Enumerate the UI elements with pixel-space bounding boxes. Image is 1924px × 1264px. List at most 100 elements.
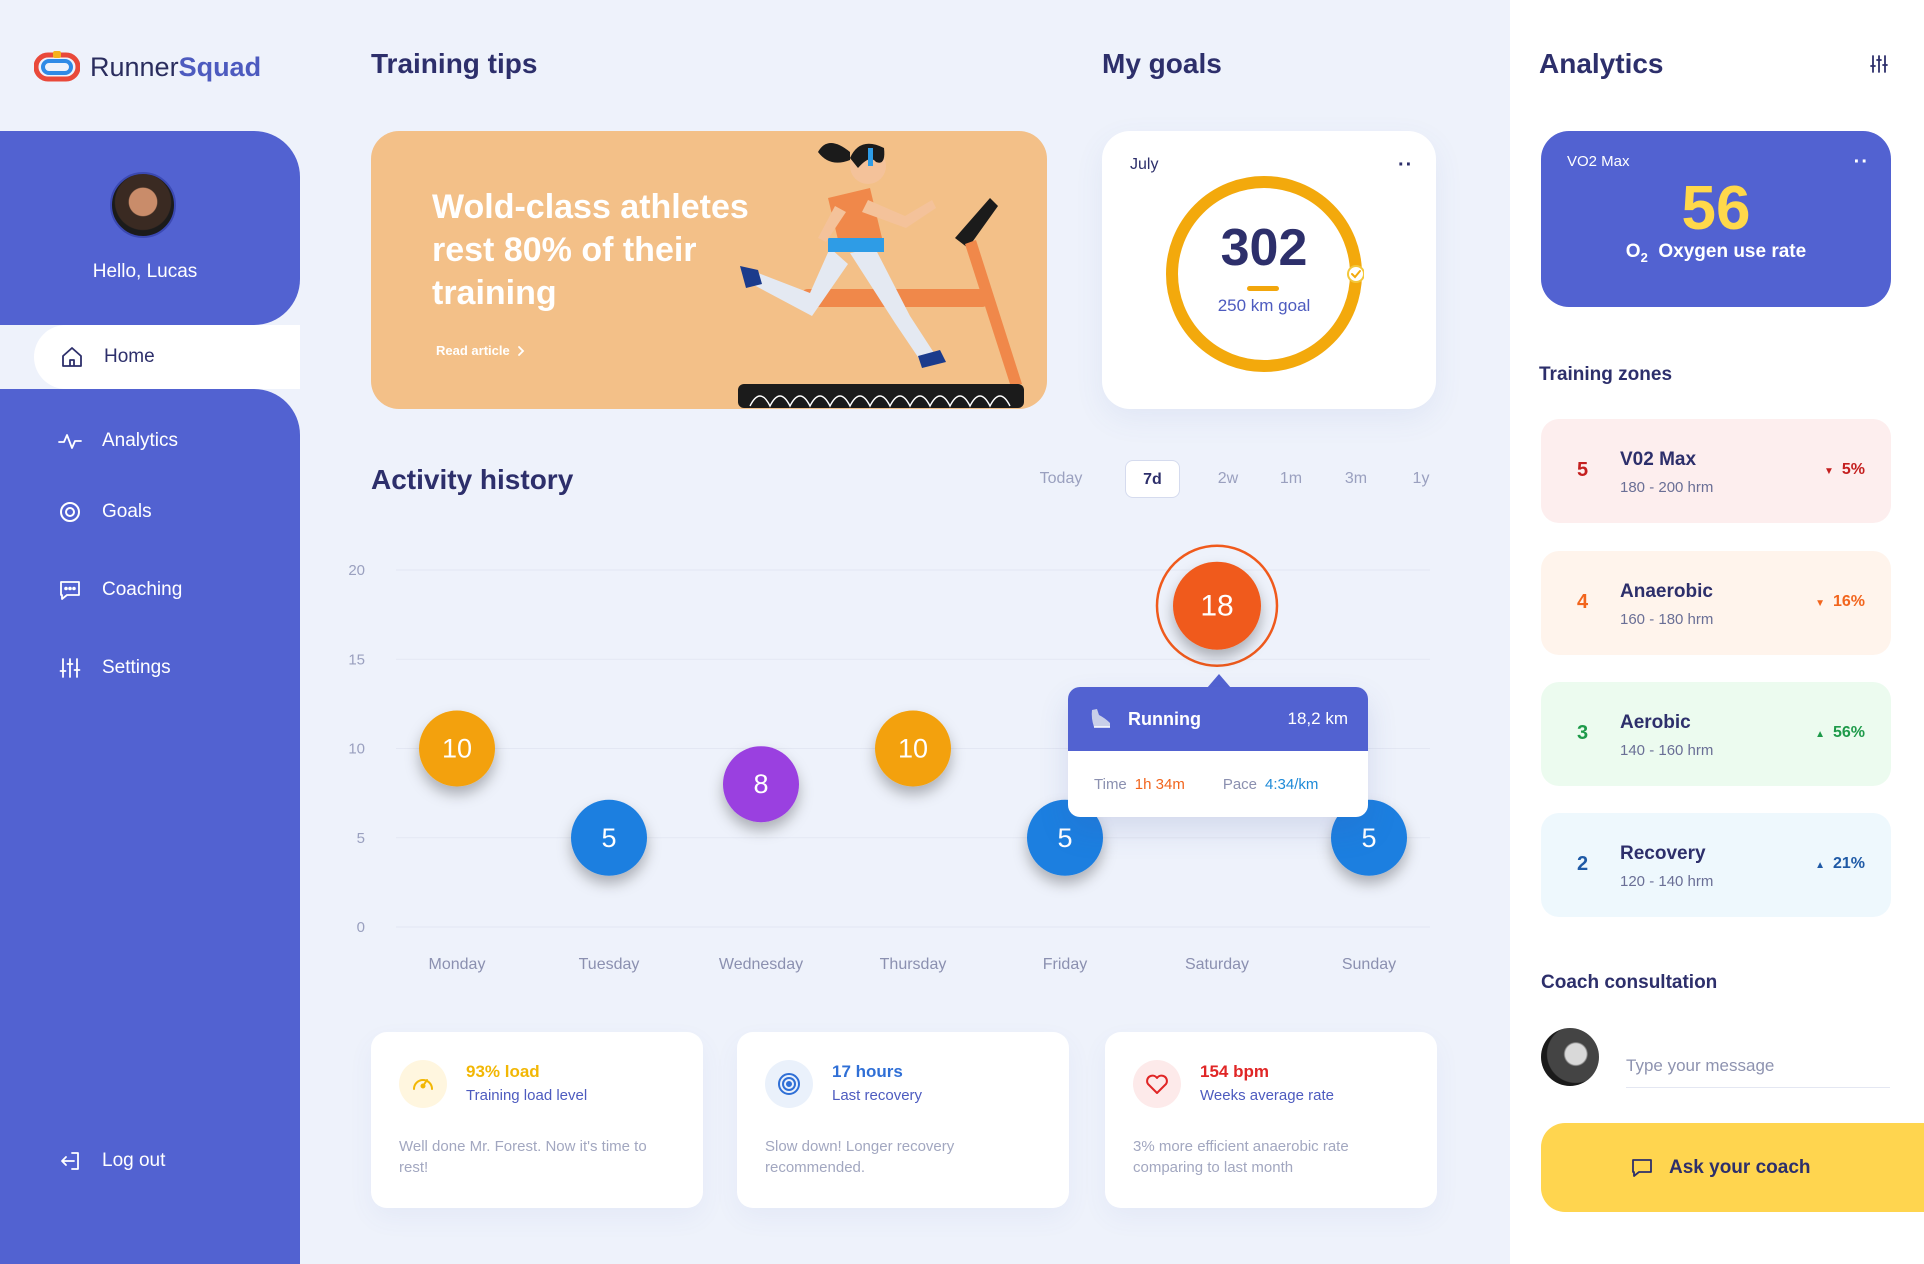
nav-item-coaching[interactable]: Coaching [58, 578, 182, 602]
tooltip-distance: 18,2 km [1287, 709, 1348, 728]
zone-anaerobic[interactable]: 4 Anaerobic 160 - 180 hrm ▼ 16% [1541, 551, 1891, 655]
tooltip-body: Time 1h 34m Pace 4:34/km [1068, 751, 1368, 817]
goals-more-icon[interactable]: ·· [1398, 155, 1413, 175]
home-icon [62, 347, 82, 367]
zone-vo2-max[interactable]: 5 V02 Max 180 - 200 hrm ▼ 5% [1541, 419, 1891, 523]
range-tab-2w[interactable]: 2w [1210, 460, 1246, 498]
logout-button[interactable]: Log out [58, 1149, 165, 1173]
x-tick-label: Saturday [1185, 956, 1249, 973]
data-point-label: 10 [898, 734, 928, 764]
nav-item-home[interactable]: Home [34, 325, 300, 389]
stat-card-load[interactable]: 93% load Training load level Well done M… [371, 1032, 703, 1208]
coach-message-input[interactable] [1626, 1044, 1890, 1088]
zone-number: 3 [1577, 722, 1589, 744]
target-icon [765, 1060, 813, 1108]
logo-icon [34, 51, 80, 82]
zone-name: V02 Max [1620, 449, 1697, 470]
data-point-thursday[interactable]: 10 [875, 710, 951, 787]
data-point-tuesday[interactable]: 5 [571, 799, 647, 876]
sliders-icon [59, 658, 81, 678]
stat-description: 3% more efficient anaerobic rate compari… [1133, 1138, 1349, 1176]
app-name: RunnerSquad [90, 51, 262, 82]
data-point-label: 5 [1057, 823, 1072, 853]
nav-label-settings: Settings [102, 657, 171, 678]
zone-number: 4 [1577, 591, 1589, 613]
vo2-max-card[interactable]: VO2 Max ·· 56 O2 Oxygen use rate [1541, 131, 1891, 307]
nav-item-settings[interactable]: Settings [58, 656, 171, 680]
ask-coach-button[interactable]: Ask your coach [1541, 1123, 1924, 1212]
coach-consultation-title: Coach consultation [1541, 972, 1718, 993]
zone-range: 120 - 140 hrm [1620, 873, 1714, 890]
user-avatar[interactable] [110, 172, 176, 238]
data-point-monday[interactable]: 10 [419, 710, 495, 787]
stat-value: 93% load [466, 1062, 540, 1081]
vo2-label: VO2 Max [1567, 153, 1630, 170]
range-tab-1y[interactable]: 1y [1408, 460, 1434, 498]
zone-range: 160 - 180 hrm [1620, 611, 1714, 628]
range-tab-today[interactable]: Today [1024, 460, 1098, 498]
tooltip-time-value: 1h 34m [1134, 775, 1185, 793]
filter-icon[interactable] [1869, 54, 1889, 74]
zone-percent: ▼ 5% [1823, 461, 1865, 478]
data-point-label: 5 [601, 823, 616, 853]
stat-label: Last recovery [832, 1087, 923, 1104]
my-goals-title: My goals [1102, 48, 1222, 79]
triangle-down-icon: ▼ [1815, 598, 1825, 609]
goals-month: July [1130, 156, 1159, 173]
shoe-icon [1091, 709, 1110, 728]
nav-label-home: Home [104, 346, 155, 367]
zone-name: Recovery [1620, 843, 1706, 864]
zone-aerobic[interactable]: 3 Aerobic 140 - 160 hrm ▲ 56% [1541, 682, 1891, 786]
goals-value: 302 [1220, 219, 1308, 277]
app-logo[interactable]: RunnerSquad [34, 50, 261, 84]
stat-description: Well done Mr. Forest. Now it's time to r… [399, 1138, 647, 1176]
goals-target-label: 250 km goal [1217, 296, 1311, 315]
x-tick-label: Thursday [880, 956, 947, 973]
data-point-wednesday[interactable]: 8 [723, 746, 799, 823]
stat-label: Training load level [466, 1087, 588, 1104]
tooltip-time-label: Time [1094, 775, 1127, 793]
runner-treadmill-illustration [738, 143, 1024, 408]
stat-card-heart-rate[interactable]: 154 bpm Weeks average rate 3% more effic… [1105, 1032, 1437, 1208]
data-point-saturday[interactable]: 18 [1155, 544, 1279, 667]
zone-name: Anaerobic [1620, 581, 1713, 602]
activity-tooltip: Running 18,2 km Time 1h 34m Pace 4:34/km [1068, 687, 1368, 817]
pulse-icon [58, 434, 82, 449]
greeting: Hello, Lucas [92, 261, 198, 282]
zone-range: 180 - 200 hrm [1620, 479, 1714, 496]
range-tab-3m[interactable]: 3m [1340, 460, 1372, 498]
nav-label-analytics: Analytics [102, 430, 179, 451]
chat-icon [1632, 1158, 1652, 1177]
data-point-label: 18 [1200, 590, 1233, 623]
vo2-more-icon[interactable]: ·· [1854, 152, 1869, 172]
data-point-label: 10 [442, 734, 472, 764]
tooltip-activity: Running [1128, 708, 1201, 729]
y-tick-label: 15 [348, 651, 365, 668]
zone-range: 140 - 160 hrm [1620, 742, 1714, 759]
oxygen-symbol: O [1625, 241, 1641, 262]
nav-item-goals[interactable]: Goals [58, 500, 152, 524]
stat-value: 154 bpm [1200, 1062, 1269, 1081]
zone-recovery[interactable]: 2 Recovery 120 - 140 hrm ▲ 21% [1541, 813, 1891, 917]
stat-description: Slow down! Longer recovery recommended. [765, 1138, 955, 1176]
nav-item-analytics[interactable]: Analytics [58, 429, 178, 453]
sidebar: RunnerSquad Hello, Lucas Home Analytics … [0, 0, 300, 1264]
nav-label-coaching: Coaching [102, 579, 183, 600]
stat-card-recovery[interactable]: 17 hours Last recovery Slow down! Longer… [737, 1032, 1069, 1208]
training-zones-title: Training zones [1539, 364, 1673, 385]
zone-percent: ▼ 16% [1815, 593, 1865, 610]
coach-avatar [1541, 1028, 1599, 1086]
range-tab-7d[interactable]: 7d [1125, 460, 1180, 498]
nav-label-goals: Goals [102, 501, 152, 522]
chat-icon [60, 581, 80, 600]
analytics-title: Analytics [1539, 48, 1664, 79]
ask-coach-label: Ask your coach [1669, 1156, 1811, 1178]
heart-icon [1133, 1060, 1181, 1108]
zone-number: 5 [1577, 459, 1589, 481]
range-tab-1m[interactable]: 1m [1276, 460, 1306, 498]
y-tick-label: 10 [348, 741, 365, 758]
x-tick-label: Monday [429, 956, 486, 973]
vo2-subtitle-text: Oxygen use rate [1658, 241, 1807, 262]
stat-label: Weeks average rate [1200, 1087, 1334, 1104]
read-article-link[interactable]: Read article [436, 343, 526, 358]
